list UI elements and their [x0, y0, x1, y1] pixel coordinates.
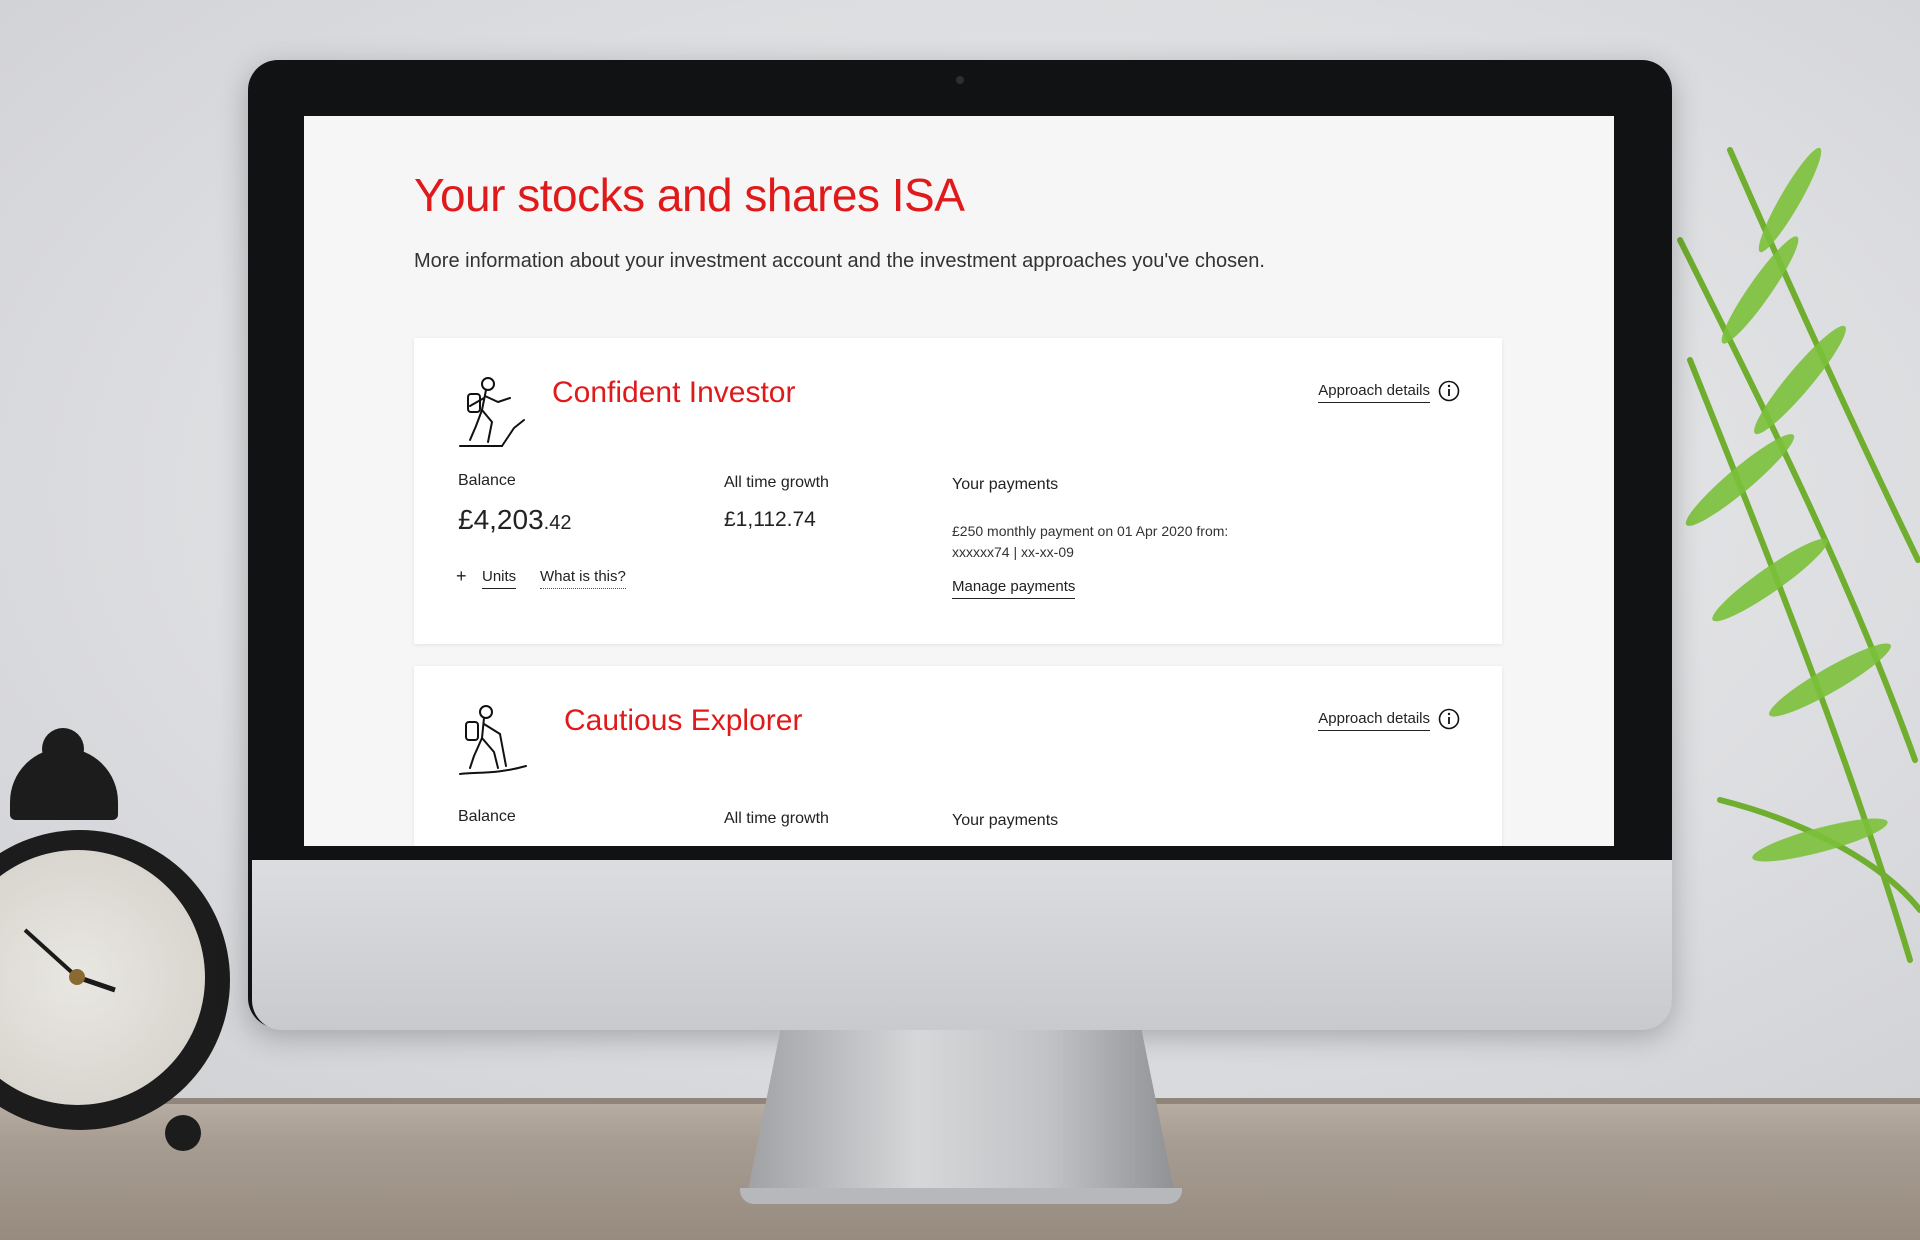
approach-card-cautious-explorer: Cautious Explorer Approach details Balan… — [414, 666, 1502, 846]
camera-icon — [956, 76, 964, 84]
clock-hands-icon — [23, 928, 116, 993]
info-icon[interactable] — [1438, 708, 1460, 730]
growth-label: All time growth — [724, 474, 829, 491]
monitor-stand-base — [740, 1188, 1182, 1204]
approach-details-link[interactable]: Approach details — [1318, 382, 1430, 403]
info-icon[interactable] — [1438, 380, 1460, 402]
card-title: Cautious Explorer — [564, 704, 803, 737]
page-title: Your stocks and shares ISA — [414, 169, 965, 221]
clock-foot — [165, 1115, 201, 1151]
payments-label: Your payments — [952, 476, 1059, 493]
balance-pence: .42 — [543, 512, 572, 534]
payment-details: £250 monthly payment on 01 Apr 2020 from… — [952, 521, 1228, 563]
units-toggle-link[interactable]: Units — [482, 568, 517, 589]
balance-label: Balance — [458, 808, 516, 825]
clock-face — [0, 850, 205, 1105]
payments-label: Your payments — [952, 812, 1059, 829]
page-subtitle: More information about your investment a… — [414, 250, 1265, 272]
growth-label: All time growth — [724, 810, 829, 827]
screen: Your stocks and shares ISA More informat… — [304, 116, 1614, 846]
payment-line-2: xxxxxx74 | xx-xx-09 — [952, 544, 1074, 560]
growth-value: £1,112.74 — [724, 508, 816, 531]
balance-label: Balance — [458, 472, 516, 489]
manage-payments-link[interactable]: Manage payments — [952, 578, 1076, 599]
what-is-this-link[interactable]: What is this? — [540, 568, 626, 589]
payment-line-1: £250 monthly payment on 01 Apr 2020 from… — [952, 523, 1229, 539]
balance-pounds: £4,203 — [458, 504, 544, 535]
hiker-walking-icon — [459, 705, 527, 775]
fern-plant-icon — [1677, 147, 1920, 963]
monitor-stand — [746, 1030, 1176, 1200]
hiker-climbing-icon — [459, 377, 525, 447]
card-title: Confident Investor — [552, 376, 796, 409]
approach-card-confident-investor: Confident Investor Approach details Bala… — [414, 338, 1502, 644]
balance-value: £4,203.42 — [458, 504, 571, 536]
expand-units-icon[interactable]: + — [456, 566, 467, 587]
approach-details-link[interactable]: Approach details — [1318, 710, 1430, 731]
monitor-chin — [252, 860, 1672, 1030]
